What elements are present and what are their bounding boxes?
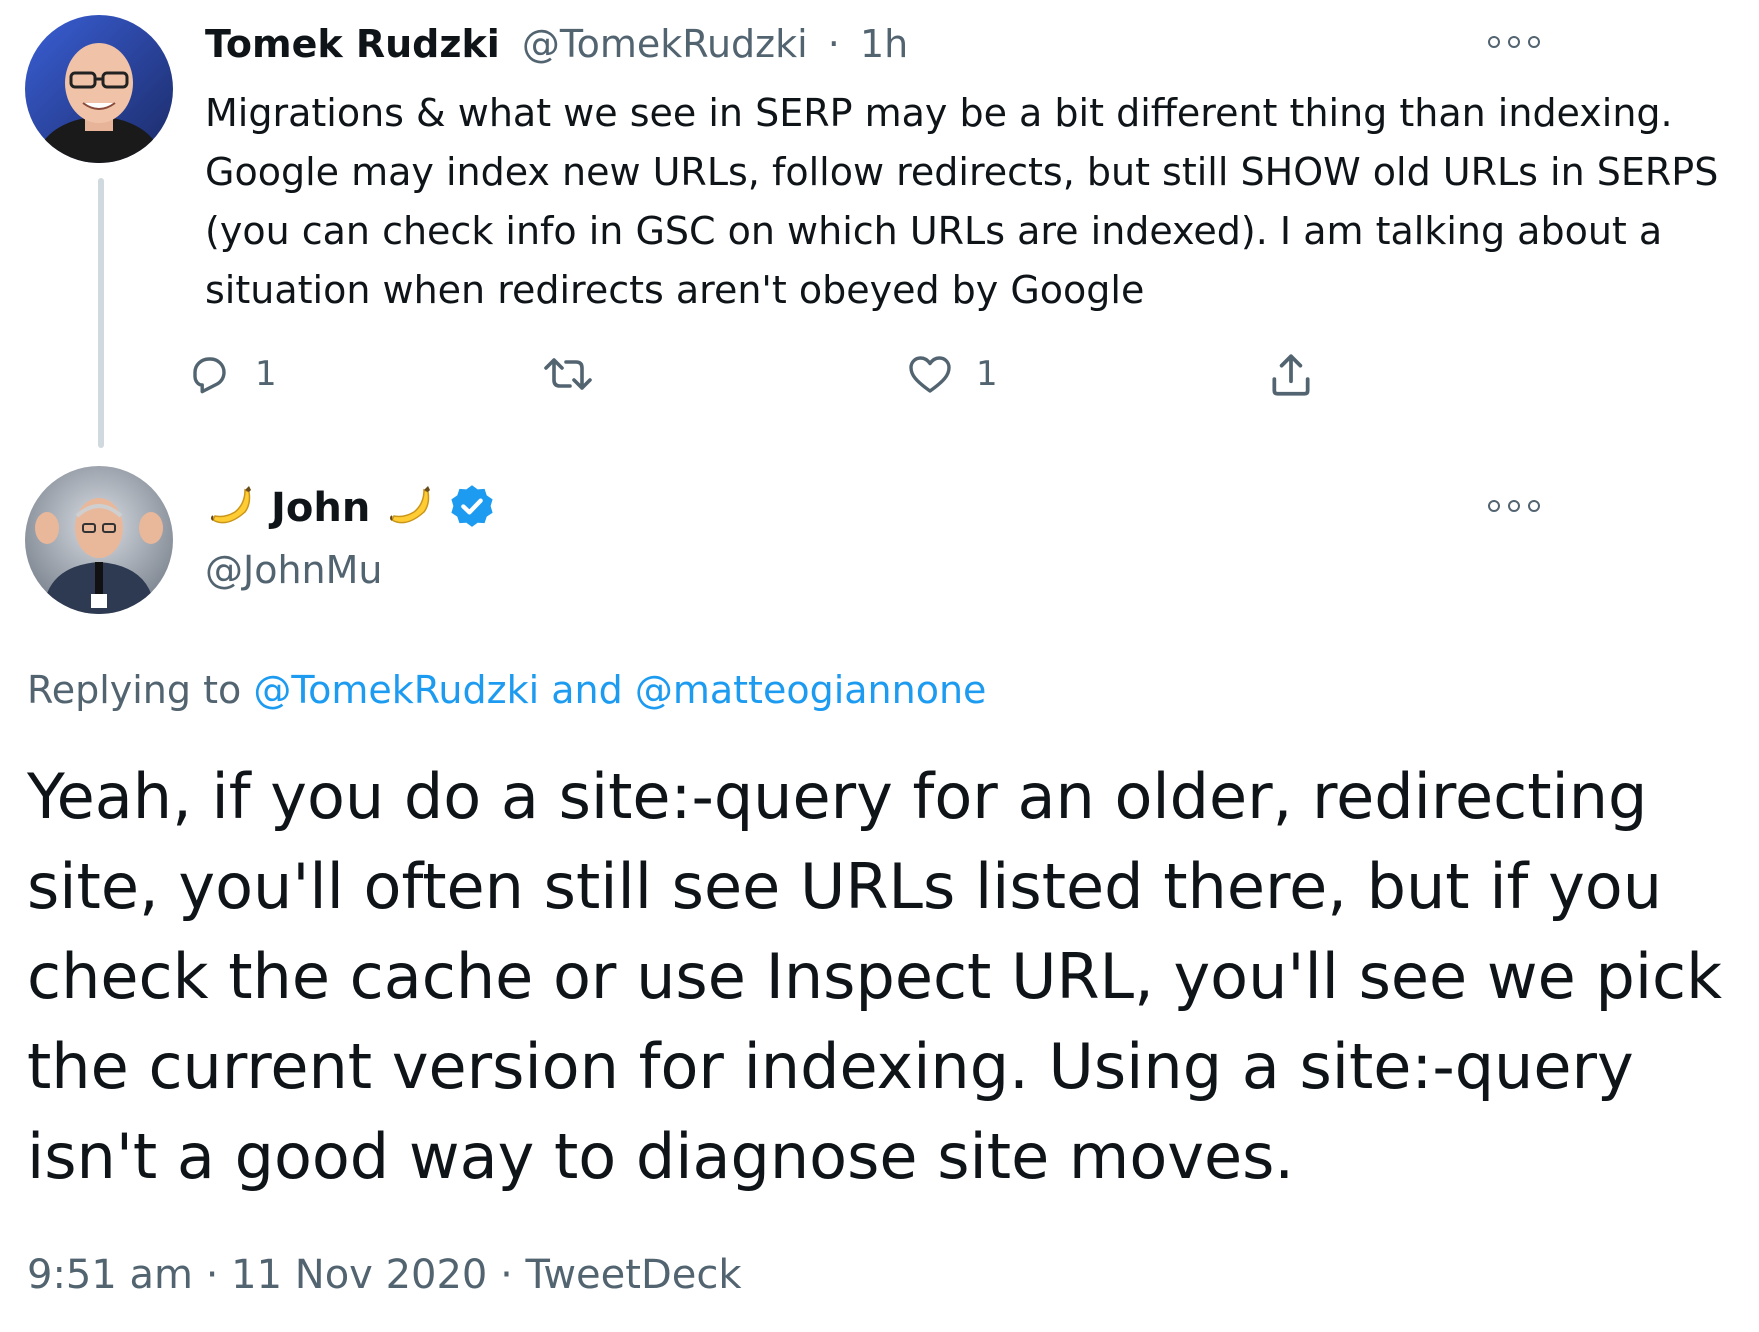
tweet-text: Yeah, if you do a site:-query for an old… [27, 760, 1723, 1193]
heart-icon [909, 356, 951, 393]
replying-to: Replying to @TomekRudzki and @matteogian… [27, 668, 986, 712]
banana-icon [390, 486, 431, 524]
reply-count: 1 [255, 354, 277, 394]
reply-icon [193, 357, 226, 394]
like-count: 1 [976, 354, 998, 394]
banana-icon [211, 486, 251, 524]
replying-and: and [551, 668, 623, 712]
author-handle[interactable]: @JohnMu [205, 548, 383, 592]
more-options-icon[interactable] [1488, 30, 1540, 54]
mention-link[interactable]: @matteogiannone [635, 668, 987, 712]
avatar-john[interactable] [25, 466, 173, 614]
tweet-text: Migrations & what we see in SERP may be … [205, 91, 1719, 312]
author-name[interactable]: John [271, 485, 370, 531]
share-icon [1272, 354, 1310, 396]
verified-badge-icon [451, 485, 493, 527]
author-handle[interactable]: @TomekRudzki [522, 22, 808, 66]
header-separator: · [827, 22, 840, 66]
tweet-meta: 9:51 am · 11 Nov 2020 · TweetDeck [27, 1252, 742, 1298]
meta-separator: · [205, 1252, 219, 1298]
tweet-tomek: Tomek Rudzki @TomekRudzki · 1h Migration… [0, 0, 1759, 460]
tweet1-header: Tomek Rudzki @TomekRudzki · 1h [205, 22, 908, 66]
like-button[interactable]: 1 [906, 350, 998, 398]
author-name[interactable]: Tomek Rudzki [205, 22, 500, 66]
meta-separator: · [500, 1252, 513, 1298]
avatar-tomek[interactable] [25, 15, 173, 163]
retweet-button[interactable] [542, 350, 616, 398]
share-button[interactable] [1266, 350, 1316, 400]
tweet2-header: John [205, 482, 498, 534]
thread-line [98, 178, 104, 448]
reply-button[interactable]: 1 [185, 350, 277, 398]
tweet-time[interactable]: 1h [860, 22, 908, 66]
tweet-source[interactable]: TweetDeck [526, 1252, 742, 1298]
replying-prefix: Replying to [27, 668, 242, 712]
more-options-icon[interactable] [1488, 494, 1540, 518]
tweet-time[interactable]: 9:51 am [27, 1252, 193, 1298]
mention-link[interactable]: @TomekRudzki [253, 668, 539, 712]
retweet-icon [544, 358, 592, 390]
tweet-date[interactable]: 11 Nov 2020 [231, 1252, 487, 1298]
